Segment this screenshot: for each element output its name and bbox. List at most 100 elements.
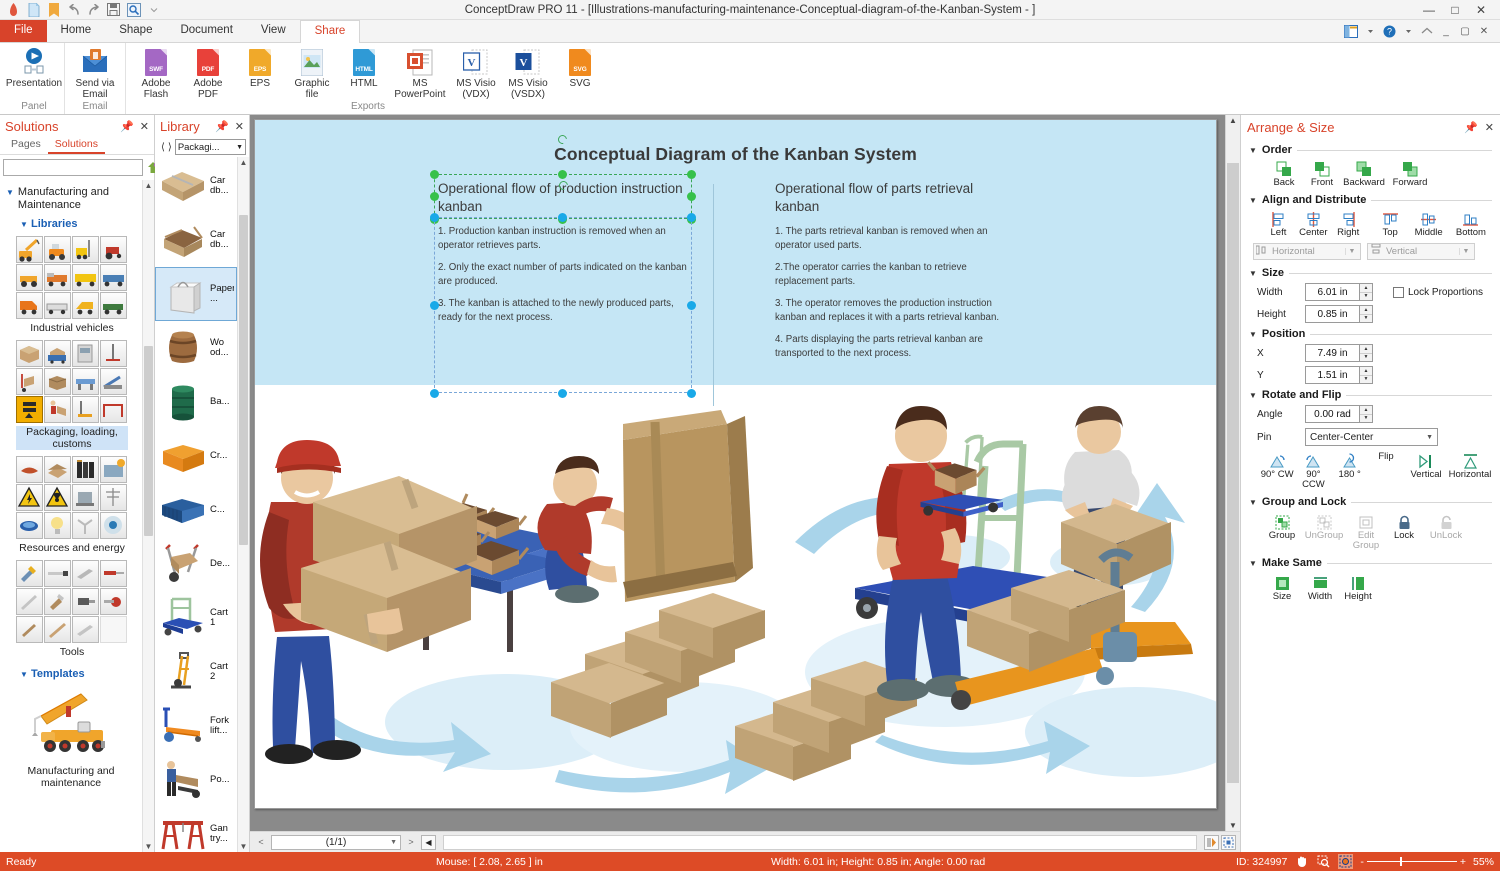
selection-tool-icon[interactable] bbox=[1338, 854, 1354, 869]
canvas-vertical-scrollbar[interactable]: ▲ ▼ bbox=[1225, 115, 1240, 831]
tab-home[interactable]: Home bbox=[47, 20, 106, 42]
preview-icon[interactable] bbox=[126, 2, 141, 17]
section-size-header[interactable]: ▼ Size bbox=[1249, 267, 1492, 279]
order-forward-button[interactable]: Forward bbox=[1387, 158, 1433, 189]
stencil-thumb[interactable] bbox=[16, 340, 43, 367]
next-library-button[interactable]: ⟩ bbox=[168, 142, 172, 153]
stencil-thumb[interactable] bbox=[16, 560, 43, 587]
flip-vertical-button[interactable]: Vertical bbox=[1404, 450, 1448, 481]
new-document-icon[interactable] bbox=[26, 2, 41, 17]
minimize-button[interactable]: — bbox=[1416, 0, 1442, 20]
pin-icon[interactable]: 📌 bbox=[215, 120, 229, 133]
stencil-thumb[interactable] bbox=[16, 484, 43, 511]
x-stepper[interactable]: ▲ ▼ bbox=[1360, 344, 1373, 362]
right-text-column[interactable]: Operational flow of parts retrieval kanb… bbox=[775, 180, 1005, 360]
zoom-slider[interactable]: - + bbox=[1360, 856, 1466, 868]
y-input[interactable]: 1.51 in bbox=[1305, 366, 1360, 384]
order-front-button[interactable]: Front bbox=[1303, 158, 1341, 189]
stencil-thumb[interactable] bbox=[44, 456, 71, 483]
next-page-button[interactable]: > bbox=[404, 835, 418, 850]
body-handle-e[interactable] bbox=[687, 301, 696, 310]
solutions-libraries-header[interactable]: ▼ Libraries bbox=[20, 218, 138, 230]
subtab-pages[interactable]: Pages bbox=[4, 137, 48, 154]
scroll-down-icon[interactable]: ▼ bbox=[240, 842, 248, 851]
stepper-up-icon[interactable]: ▲ bbox=[1360, 345, 1372, 353]
x-input[interactable]: 7.49 in bbox=[1305, 344, 1360, 362]
body-handle-w[interactable] bbox=[430, 301, 439, 310]
stencil-thumb[interactable] bbox=[72, 340, 99, 367]
stepper-down-icon[interactable]: ▼ bbox=[1360, 413, 1372, 422]
tab-shape[interactable]: Shape bbox=[105, 20, 166, 42]
section-align-header[interactable]: ▼ Align and Distribute bbox=[1249, 194, 1492, 206]
stencil-thumb[interactable] bbox=[44, 588, 71, 615]
customize-caret-icon[interactable] bbox=[146, 2, 161, 17]
redo-icon[interactable] bbox=[86, 2, 101, 17]
stencil-thumb[interactable] bbox=[44, 264, 71, 291]
selection-handle-n[interactable] bbox=[558, 170, 567, 179]
selection-handle-nw[interactable] bbox=[430, 170, 439, 179]
list-item[interactable]: Wo od... bbox=[155, 321, 237, 375]
library-vertical-scrollbar[interactable]: ▲ ▼ bbox=[237, 157, 249, 852]
stencil-thumb[interactable] bbox=[44, 292, 71, 319]
section-position-header[interactable]: ▼ Position bbox=[1249, 328, 1492, 340]
solutions-vertical-scrollbar[interactable]: ▲ ▼ bbox=[142, 180, 154, 852]
tab-view[interactable]: View bbox=[247, 20, 300, 42]
width-input[interactable]: 6.01 in bbox=[1305, 283, 1360, 301]
list-item[interactable]: De... bbox=[155, 537, 237, 591]
list-item[interactable]: Car db... bbox=[155, 159, 237, 213]
stencil-thumb[interactable] bbox=[100, 396, 127, 423]
lock-proportions-checkbox[interactable] bbox=[1393, 286, 1404, 298]
stencil-thumb[interactable] bbox=[16, 236, 43, 263]
export-eps-button[interactable]: EPS EPS bbox=[234, 45, 286, 89]
section-order-header[interactable]: ▼ Order bbox=[1249, 144, 1492, 156]
scroll-down-icon[interactable]: ▼ bbox=[1229, 821, 1237, 830]
pin-icon[interactable]: 📌 bbox=[120, 120, 134, 133]
scroll-up-icon[interactable]: ▲ bbox=[240, 158, 248, 167]
canvas-stage[interactable]: Conceptual Diagram of the Kanban System … bbox=[250, 115, 1225, 831]
selection-handle-w[interactable] bbox=[430, 192, 439, 201]
document-page[interactable]: Conceptual Diagram of the Kanban System … bbox=[254, 119, 1217, 809]
export-adobe-pdf-button[interactable]: PDF Adobe PDF bbox=[182, 45, 234, 100]
stencil-thumb[interactable] bbox=[100, 512, 127, 539]
stencil-thumb[interactable] bbox=[100, 292, 127, 319]
stencil-thumb[interactable] bbox=[100, 456, 127, 483]
chevron-down-icon[interactable]: ▼ bbox=[1459, 248, 1472, 255]
flip-horizontal-button[interactable]: Horizontal bbox=[1448, 450, 1492, 481]
selection-handle-e[interactable] bbox=[687, 192, 696, 201]
stencil-thumb[interactable] bbox=[44, 616, 71, 643]
hand-tool-icon[interactable] bbox=[1294, 854, 1309, 869]
stencil-thumb[interactable] bbox=[16, 292, 43, 319]
same-height-button[interactable]: Height bbox=[1339, 572, 1377, 603]
restore-window-icon[interactable]: _ bbox=[1438, 23, 1454, 39]
stencil-tools[interactable]: Tools bbox=[16, 560, 128, 658]
template-manufacturing-maintenance[interactable]: Manufacturing and maintenance bbox=[12, 686, 130, 789]
send-via-email-button[interactable]: Send via Email bbox=[69, 45, 121, 100]
body-handle-n[interactable] bbox=[558, 213, 567, 222]
stencil-thumb[interactable] bbox=[44, 368, 71, 395]
close-window-icon[interactable]: ✕ bbox=[1476, 23, 1492, 39]
y-stepper[interactable]: ▲ ▼ bbox=[1360, 366, 1373, 384]
stencil-thumb[interactable] bbox=[44, 560, 71, 587]
layout-caret-icon[interactable] bbox=[1362, 23, 1378, 39]
stencil-thumb[interactable] bbox=[72, 368, 99, 395]
export-graphic-file-button[interactable]: Graphic file bbox=[286, 45, 338, 100]
zoom-out-button[interactable]: - bbox=[1360, 856, 1364, 868]
help-icon[interactable]: ? bbox=[1381, 23, 1397, 39]
angle-stepper[interactable]: ▲ ▼ bbox=[1360, 405, 1373, 423]
section-makesame-header[interactable]: ▼ Make Same bbox=[1249, 557, 1492, 569]
maximize-button[interactable]: □ bbox=[1442, 0, 1468, 20]
tab-file[interactable]: File bbox=[0, 20, 47, 42]
list-item[interactable]: Car db... bbox=[155, 213, 237, 267]
rotate-180-button[interactable]: 180 ° bbox=[1332, 450, 1368, 481]
stepper-down-icon[interactable]: ▼ bbox=[1360, 352, 1372, 361]
zoom-tool-icon[interactable] bbox=[1316, 854, 1331, 869]
order-backward-button[interactable]: Backward bbox=[1341, 158, 1387, 189]
list-item[interactable]: Po... bbox=[155, 753, 237, 807]
pin-icon[interactable]: 📌 bbox=[1464, 121, 1478, 134]
stencil-thumb[interactable] bbox=[16, 396, 43, 423]
help-caret-icon[interactable] bbox=[1400, 23, 1416, 39]
stencil-thumb[interactable] bbox=[100, 560, 127, 587]
align-bottom-button[interactable]: Bottom bbox=[1450, 208, 1492, 239]
stencil-thumb[interactable] bbox=[100, 484, 127, 511]
save-icon[interactable] bbox=[106, 2, 121, 17]
